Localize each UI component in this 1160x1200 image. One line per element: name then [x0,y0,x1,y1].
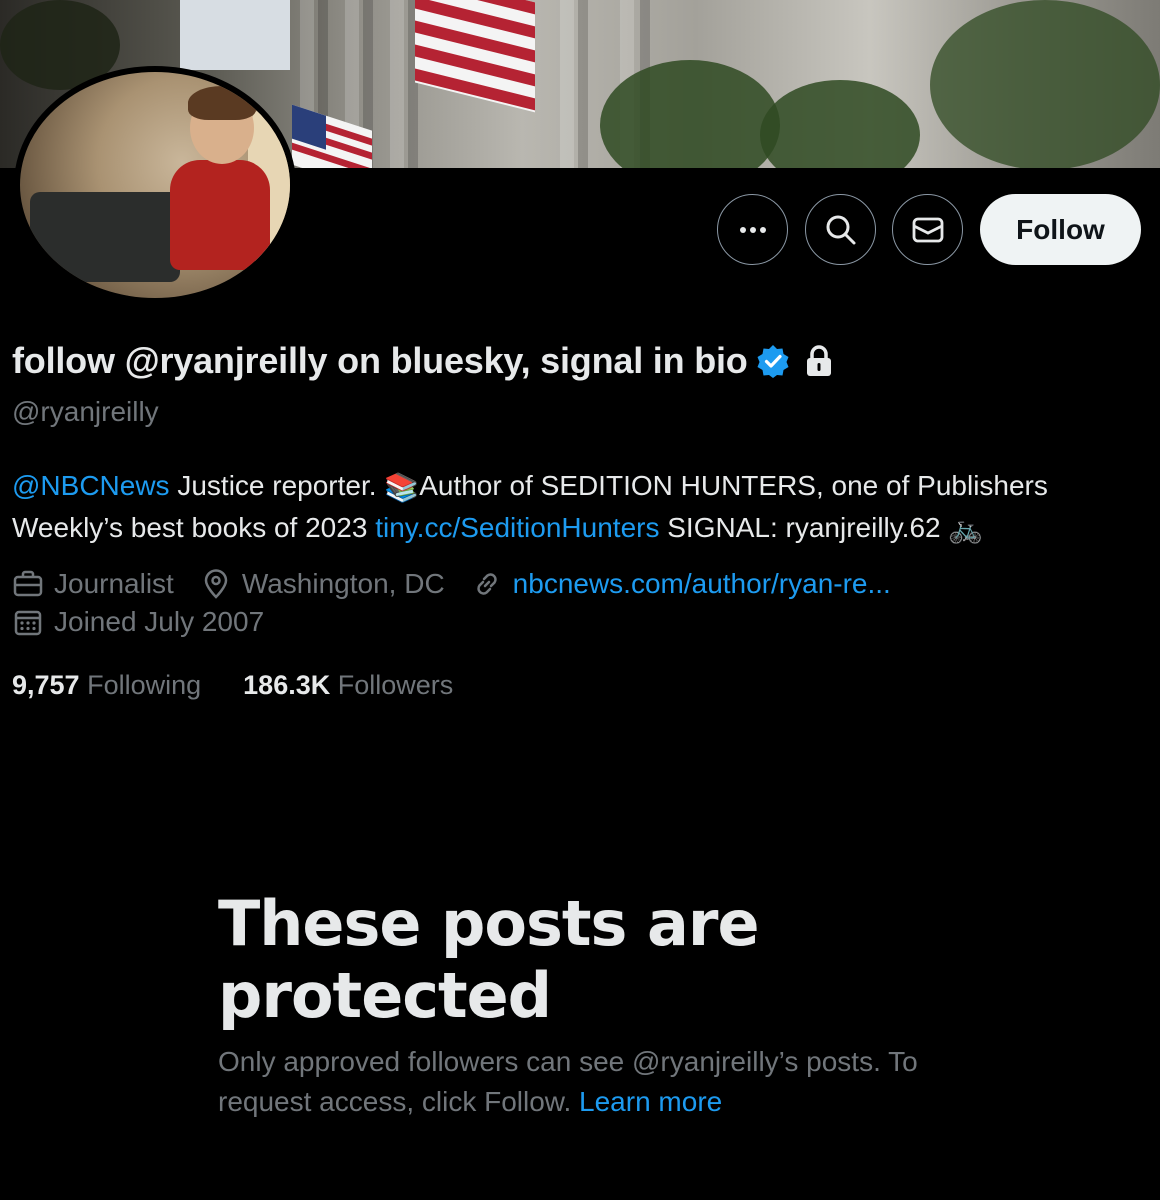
joined-item: Joined July 2007 [12,606,264,638]
banner-flag [415,0,535,113]
display-name: follow @ryanjreilly on bluesky, signal i… [12,340,748,381]
lock-icon[interactable] [804,344,834,378]
location-text: Washington, DC [241,568,445,599]
profile-stats: 9,757 Following 186.3K Followers [12,670,495,701]
bio-url-link[interactable]: tiny.cc/SeditionHunters [375,512,659,543]
bio-text: Justice reporter. [169,470,385,501]
banner-sky [180,0,290,70]
profession-text: Journalist [54,568,174,599]
followers-count: 186.3K [243,670,331,700]
search-icon [826,215,855,244]
profession-item: Journalist [12,568,174,600]
profile-name-row: follow @ryanjreilly on bluesky, signal i… [12,340,834,382]
website-link[interactable]: nbcnews.com/author/ryan-re... [513,568,891,600]
following-stat[interactable]: 9,757 Following [12,670,201,701]
following-count: 9,757 [12,670,80,700]
profile-avatar[interactable] [14,66,296,304]
following-label: Following [87,670,202,700]
verified-badge-icon[interactable] [756,344,790,378]
profile-bio: @NBCNews Justice reporter. 📚Author of SE… [12,466,1132,549]
link-icon [476,573,497,595]
learn-more-link[interactable]: Learn more [579,1086,722,1117]
search-button[interactable] [805,194,876,265]
protected-body-text: Only approved followers can see @ryanjre… [218,1046,918,1117]
location-item: Washington, DC [200,568,445,600]
books-emoji: 📚 [384,471,420,503]
followers-label: Followers [337,670,454,700]
more-icon [739,226,766,233]
follow-button[interactable]: Follow [980,194,1141,265]
more-button[interactable] [717,194,788,265]
bio-text: SIGNAL: ryanjreilly.62 [659,511,949,543]
bio-mention-link[interactable]: @NBCNews [12,470,170,501]
protected-title: These posts are protected [218,887,760,1032]
protected-notice-body: Only approved followers can see @ryanjre… [218,1042,978,1122]
calendar-icon [14,610,42,636]
joined-text: Joined July 2007 [54,606,265,637]
profile-meta: Journalist Washington, DC nbcnews.com/au… [12,568,917,600]
website-item[interactable]: nbcnews.com/author/ryan-re... [471,568,891,600]
briefcase-icon [13,570,43,597]
bicycle-emoji: 🚲 [948,513,984,545]
profile-handle: @ryanjreilly [12,396,159,427]
envelope-icon [912,217,943,242]
banner-flag-small [292,104,372,168]
followers-stat[interactable]: 186.3K Followers [243,670,453,701]
location-pin-icon [204,569,228,599]
message-button[interactable] [892,194,963,265]
profile-meta-joined: Joined July 2007 [12,606,290,638]
